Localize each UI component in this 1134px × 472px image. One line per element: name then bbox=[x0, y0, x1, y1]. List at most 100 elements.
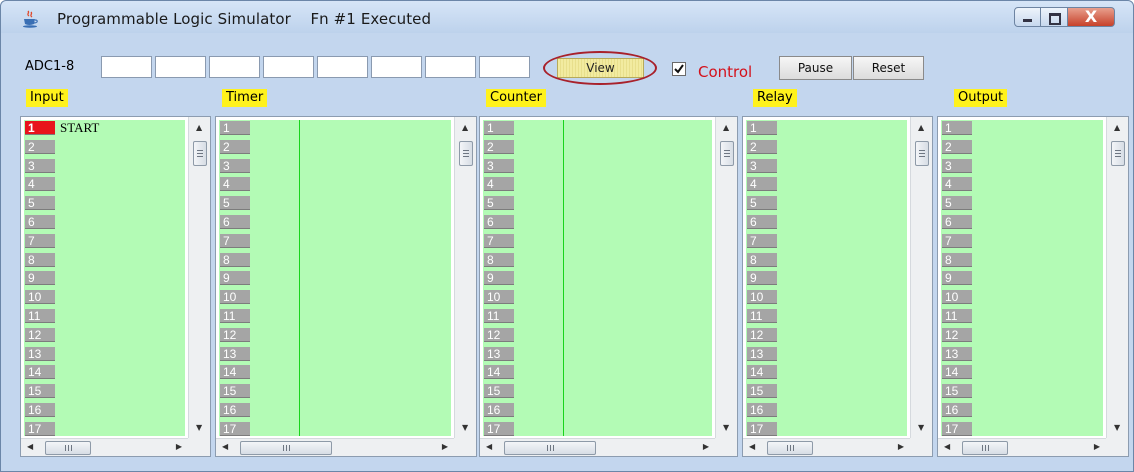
adc-input-1[interactable] bbox=[101, 56, 152, 78]
vertical-scrollbar[interactable]: ▲ ▼ bbox=[715, 117, 737, 438]
adc-input-2[interactable] bbox=[155, 56, 206, 78]
panel-timer: 1 2 3 4 5 6 7 8 9 10 11 12 13 14 15 16 17 ▲ ▼ ◀ ▶ bbox=[215, 116, 477, 457]
adc-input-8[interactable] bbox=[479, 56, 530, 78]
scroll-thumb[interactable] bbox=[915, 141, 929, 166]
row-number: 4 bbox=[25, 177, 55, 192]
row-number: 14 bbox=[220, 365, 250, 380]
scroll-down-icon[interactable]: ▼ bbox=[196, 423, 202, 432]
row-number: 7 bbox=[25, 233, 55, 248]
scroll-up-icon[interactable]: ▲ bbox=[918, 123, 924, 132]
scroll-up-icon[interactable]: ▲ bbox=[723, 123, 729, 132]
adc-input-6[interactable] bbox=[371, 56, 422, 78]
scroll-thumb[interactable] bbox=[193, 141, 207, 166]
minimize-button[interactable] bbox=[1014, 7, 1041, 27]
panel-label-counter: Counter bbox=[486, 89, 546, 107]
row-number: 16 bbox=[220, 403, 250, 417]
scroll-right-icon[interactable]: ▶ bbox=[176, 442, 182, 451]
java-coffee-cup-icon bbox=[23, 10, 38, 28]
row-number: 12 bbox=[25, 327, 55, 342]
control-checkbox[interactable] bbox=[672, 62, 686, 76]
row-number: 15 bbox=[484, 384, 514, 399]
scroll-down-icon[interactable]: ▼ bbox=[723, 423, 729, 432]
vertical-scrollbar[interactable]: ▲ ▼ bbox=[454, 117, 476, 438]
scroll-right-icon[interactable]: ▶ bbox=[1094, 442, 1100, 451]
scroll-thumb[interactable] bbox=[962, 441, 1008, 455]
row-number: 1 bbox=[25, 121, 55, 135]
row-number: 9 bbox=[484, 271, 514, 286]
scroll-thumb[interactable] bbox=[720, 141, 734, 166]
row-number: 14 bbox=[942, 365, 972, 380]
scroll-left-icon[interactable]: ◀ bbox=[486, 442, 492, 451]
scroll-thumb[interactable] bbox=[1111, 141, 1125, 166]
counter-list[interactable]: 1 2 3 4 5 6 7 8 9 10 11 12 13 14 15 16 17 bbox=[483, 120, 712, 436]
scroll-up-icon[interactable]: ▲ bbox=[462, 123, 468, 132]
horizontal-scrollbar[interactable]: ◀ ▶ bbox=[938, 438, 1106, 456]
row-number: 1 bbox=[747, 121, 777, 135]
vertical-scrollbar[interactable]: ▲ ▼ bbox=[1106, 117, 1128, 438]
row-number: 17 bbox=[942, 421, 972, 436]
row-number: 6 bbox=[25, 215, 55, 229]
adc-input-4[interactable] bbox=[263, 56, 314, 78]
panel-relay: 1 2 3 4 5 6 7 8 9 10 11 12 13 14 15 16 17 ▲ ▼ ◀ ▶ bbox=[742, 116, 933, 457]
scroll-left-icon[interactable]: ◀ bbox=[749, 442, 755, 451]
scroll-left-icon[interactable]: ◀ bbox=[944, 442, 950, 451]
row-number: 13 bbox=[747, 346, 777, 361]
scroll-thumb[interactable] bbox=[504, 441, 596, 455]
row-number: 6 bbox=[220, 215, 250, 229]
scroll-thumb[interactable] bbox=[459, 141, 473, 166]
row-number: 14 bbox=[484, 365, 514, 380]
scroll-down-icon[interactable]: ▼ bbox=[918, 423, 924, 432]
timer-list[interactable]: 1 2 3 4 5 6 7 8 9 10 11 12 13 14 15 16 17 bbox=[219, 120, 451, 436]
row-number: 3 bbox=[220, 158, 250, 173]
adc-input-5[interactable] bbox=[317, 56, 368, 78]
scroll-corner bbox=[715, 438, 737, 456]
adc-input-7[interactable] bbox=[425, 56, 476, 78]
row-number: 11 bbox=[25, 309, 55, 323]
input-list[interactable]: 1 START 2 3 4 5 6 7 8 9 10 11 12 13 14 15 16 17 bbox=[24, 120, 185, 436]
row-number: 14 bbox=[25, 365, 55, 380]
row-number: 8 bbox=[25, 252, 55, 267]
scroll-thumb[interactable] bbox=[45, 441, 91, 455]
row-number: 8 bbox=[220, 252, 250, 267]
view-button[interactable]: View bbox=[557, 58, 644, 78]
scroll-left-icon[interactable]: ◀ bbox=[222, 442, 228, 451]
horizontal-scrollbar[interactable]: ◀ ▶ bbox=[216, 438, 454, 456]
scroll-up-icon[interactable]: ▲ bbox=[196, 123, 202, 132]
scroll-right-icon[interactable]: ▶ bbox=[442, 442, 448, 451]
row-number: 2 bbox=[220, 139, 250, 154]
output-list[interactable]: 1 2 3 4 5 6 7 8 9 10 11 12 13 14 15 16 17 bbox=[941, 120, 1103, 436]
horizontal-scrollbar[interactable]: ◀ ▶ bbox=[21, 438, 188, 456]
vertical-scrollbar[interactable]: ▲ ▼ bbox=[188, 117, 210, 438]
scroll-right-icon[interactable]: ▶ bbox=[703, 442, 709, 451]
row-number: 16 bbox=[25, 403, 55, 417]
title-bar[interactable]: Programmable Logic Simulator Fn #1 Execu… bbox=[1, 1, 1133, 33]
row-number: 9 bbox=[747, 271, 777, 286]
relay-list[interactable]: 1 2 3 4 5 6 7 8 9 10 11 12 13 14 15 16 17 bbox=[746, 120, 907, 436]
row-number: 8 bbox=[942, 252, 972, 267]
row-number: 17 bbox=[25, 421, 55, 436]
close-button[interactable]: X bbox=[1068, 7, 1115, 27]
scroll-down-icon[interactable]: ▼ bbox=[1114, 423, 1120, 432]
row-number: 5 bbox=[484, 196, 514, 211]
scroll-corner bbox=[188, 438, 210, 456]
scroll-thumb[interactable] bbox=[767, 441, 813, 455]
scroll-left-icon[interactable]: ◀ bbox=[27, 442, 33, 451]
adc-input-3[interactable] bbox=[209, 56, 260, 78]
row-number: 7 bbox=[220, 233, 250, 248]
row-number: 11 bbox=[942, 309, 972, 323]
reset-button[interactable]: Reset bbox=[853, 56, 924, 80]
pause-button[interactable]: Pause bbox=[779, 56, 852, 80]
scroll-right-icon[interactable]: ▶ bbox=[898, 442, 904, 451]
horizontal-scrollbar[interactable]: ◀ ▶ bbox=[743, 438, 910, 456]
scroll-thumb[interactable] bbox=[240, 441, 332, 455]
panel-label-timer: Timer bbox=[222, 89, 268, 107]
scroll-up-icon[interactable]: ▲ bbox=[1114, 123, 1120, 132]
maximize-button[interactable] bbox=[1041, 7, 1068, 27]
row-number: 4 bbox=[942, 177, 972, 192]
horizontal-scrollbar[interactable]: ◀ ▶ bbox=[480, 438, 715, 456]
row-number: 15 bbox=[220, 384, 250, 399]
row-number: 17 bbox=[220, 421, 250, 436]
vertical-scrollbar[interactable]: ▲ ▼ bbox=[910, 117, 932, 438]
row-number: 4 bbox=[484, 177, 514, 192]
scroll-down-icon[interactable]: ▼ bbox=[462, 423, 468, 432]
